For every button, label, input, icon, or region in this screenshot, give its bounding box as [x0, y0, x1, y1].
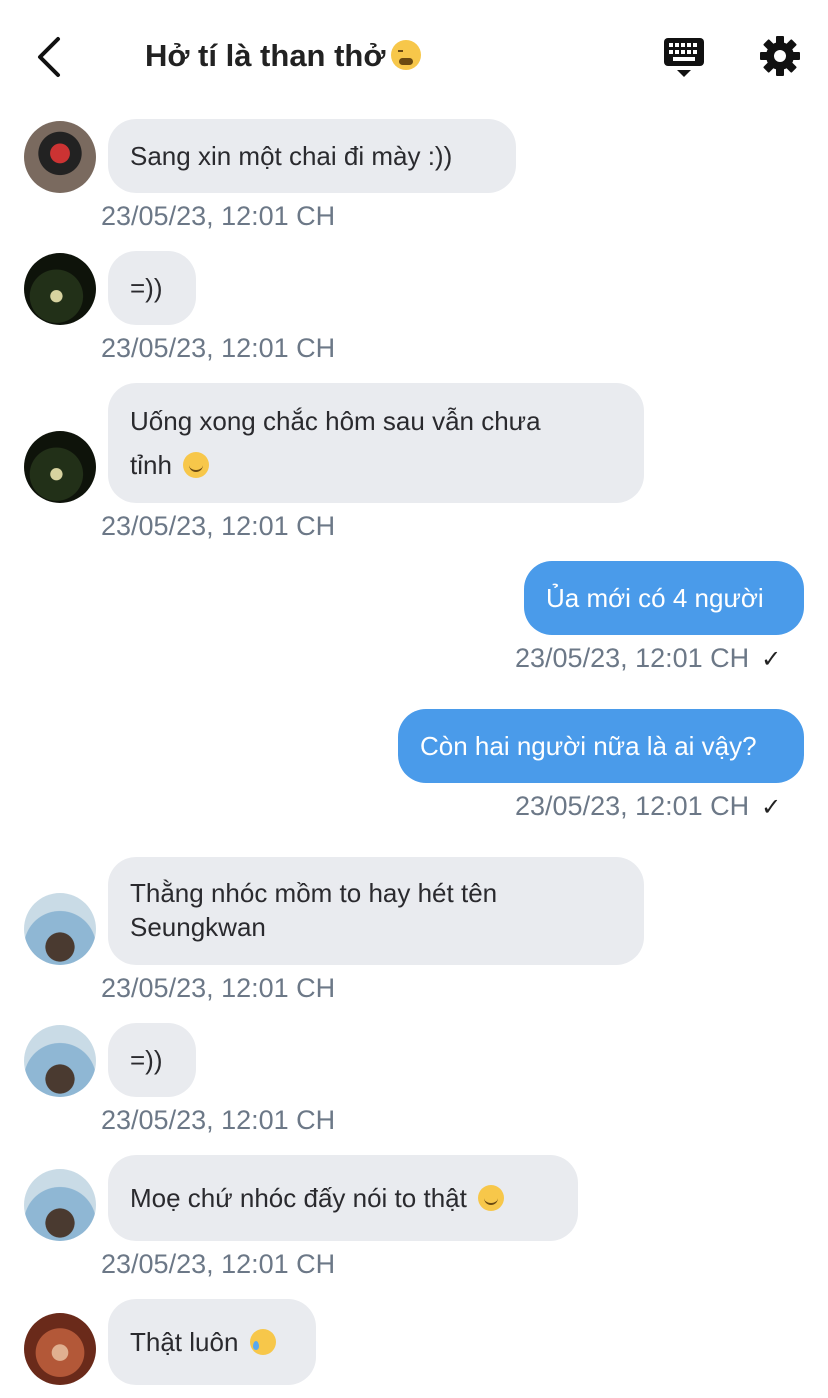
- message-bubble[interactable]: Thằng nhóc mồm to hay hét tên Seungkwan: [108, 857, 644, 965]
- message-text: Thật luôn: [130, 1327, 239, 1357]
- avatar-user-3[interactable]: [24, 893, 96, 965]
- chat-title-text: Hở tí là than thở: [145, 38, 386, 73]
- message-bubble[interactable]: Moẹ chứ nhóc đấy nói to thật: [108, 1155, 578, 1241]
- message-timestamp: 23/05/23, 12:01 CH: [101, 1105, 336, 1135]
- timestamp-text: 23/05/23, 12:01 CH: [515, 791, 750, 821]
- keyboard-icon: [664, 38, 704, 77]
- message-timestamp: 23/05/23, 12:01 CH: [101, 1249, 336, 1279]
- avatar-user-2[interactable]: [24, 431, 96, 503]
- back-button[interactable]: [28, 34, 68, 80]
- settings-button[interactable]: [758, 34, 802, 78]
- message-timestamp: 23/05/23, 12:01 CH ✓: [515, 791, 781, 822]
- message-timestamp: 23/05/23, 12:01 CH: [101, 973, 336, 1003]
- sent-check-icon: ✓: [761, 794, 782, 821]
- message-text-line: Seungkwan: [130, 912, 266, 942]
- message-timestamp: 23/05/23, 12:01 CH: [101, 201, 336, 231]
- message-text-line: tỉnh: [130, 450, 172, 480]
- message-text: =)): [130, 1045, 163, 1075]
- message-bubble-outgoing[interactable]: Còn hai người nữa là ai vậy?: [398, 709, 804, 783]
- avatar-user-3[interactable]: [24, 1025, 96, 1097]
- message-text: =)): [130, 273, 163, 303]
- chat-title: Hở tí là than thở: [145, 38, 422, 74]
- message-bubble[interactable]: =)): [108, 251, 196, 325]
- timestamp-text: 23/05/23, 12:01 CH: [515, 643, 750, 673]
- message-timestamp: 23/05/23, 12:01 CH ✓: [515, 643, 781, 674]
- message-bubble-outgoing[interactable]: Ủa mới có 4 người: [524, 561, 804, 635]
- message-bubble[interactable]: Uống xong chắc hôm sau vẫn chưa tỉnh: [108, 383, 644, 503]
- message-text-line: Uống xong chắc hôm sau vẫn chưa: [130, 406, 541, 436]
- message-text: Sang xin một chai đi mày :)): [130, 141, 453, 171]
- message-text: Ủa mới có 4 người: [546, 583, 764, 613]
- avatar-user-4[interactable]: [24, 1313, 96, 1385]
- keyboard-button[interactable]: [662, 36, 706, 80]
- avatar-user-2[interactable]: [24, 253, 96, 325]
- message-timestamp: 23/05/23, 12:01 CH: [101, 333, 336, 363]
- message-text: Moẹ chứ nhóc đấy nói to thật: [130, 1183, 467, 1213]
- message-bubble[interactable]: =)): [108, 1023, 196, 1097]
- slightly-smiling-face-emoji: [478, 1185, 505, 1211]
- smiling-face-with-tear-emoji: [249, 1329, 276, 1355]
- message-timestamp: 23/05/23, 12:01 CH: [101, 511, 336, 541]
- sent-check-icon: ✓: [761, 646, 782, 673]
- message-text-line: Thằng nhóc mồm to hay hét tên: [130, 878, 498, 908]
- message-bubble[interactable]: Thật luôn: [108, 1299, 316, 1385]
- slightly-smiling-face-emoji: [183, 452, 210, 478]
- avatar-user-3[interactable]: [24, 1169, 96, 1241]
- message-bubble[interactable]: Sang xin một chai đi mày :)): [108, 119, 516, 193]
- chat-header: Hở tí là than thở: [0, 0, 828, 110]
- chevron-left-icon: [38, 37, 60, 77]
- message-text: Còn hai người nữa là ai vậy?: [420, 731, 757, 761]
- gear-icon: [760, 36, 800, 76]
- avatar-user-1[interactable]: [24, 121, 96, 193]
- weary-face-emoji: [391, 40, 422, 70]
